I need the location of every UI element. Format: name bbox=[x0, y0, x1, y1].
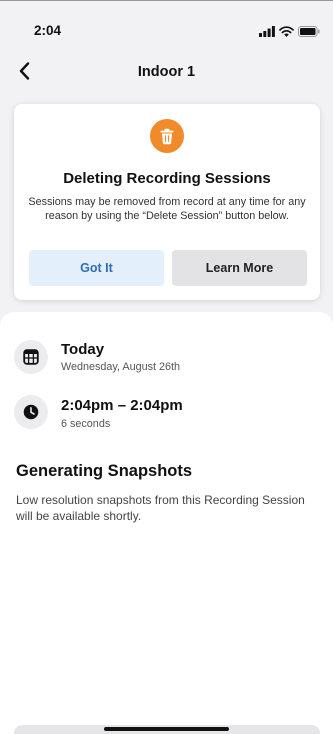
page-title: Indoor 1 bbox=[137, 64, 196, 80]
calendar-icon bbox=[23, 349, 39, 365]
clock-icon bbox=[23, 404, 39, 420]
clock-icon-badge bbox=[14, 395, 48, 429]
date-title: Today bbox=[61, 341, 105, 358]
snapshots-heading: Generating Snapshots bbox=[16, 462, 193, 480]
battery-icon bbox=[298, 24, 320, 42]
calendar-icon-badge bbox=[14, 340, 48, 374]
date-subtitle: Wednesday, August 26th bbox=[61, 361, 181, 373]
duration-subtitle: 6 seconds bbox=[61, 418, 111, 430]
home-indicator[interactable] bbox=[104, 727, 229, 731]
learn-more-button[interactable]: Learn More bbox=[172, 250, 307, 286]
info-card: Deleting Recording Sessions Sessions may… bbox=[14, 104, 320, 300]
card-text: Sessions may be removed from record at a… bbox=[28, 196, 306, 222]
wifi-icon bbox=[279, 24, 294, 42]
status-bar: 2:04 bbox=[0, 0, 333, 44]
nav-bar: Indoor 1 bbox=[0, 44, 333, 96]
status-icons bbox=[259, 24, 320, 42]
snapshots-description: Low resolution snapshots from this Recor… bbox=[16, 493, 305, 523]
trash-badge bbox=[150, 119, 184, 153]
signal-icon bbox=[259, 24, 275, 42]
trash-icon bbox=[160, 128, 174, 144]
got-it-button[interactable]: Got It bbox=[29, 250, 164, 286]
time-range-title: 2:04pm – 2:04pm bbox=[61, 397, 183, 414]
status-time: 2:04 bbox=[34, 23, 62, 38]
card-title: Deleting Recording Sessions bbox=[63, 170, 271, 187]
